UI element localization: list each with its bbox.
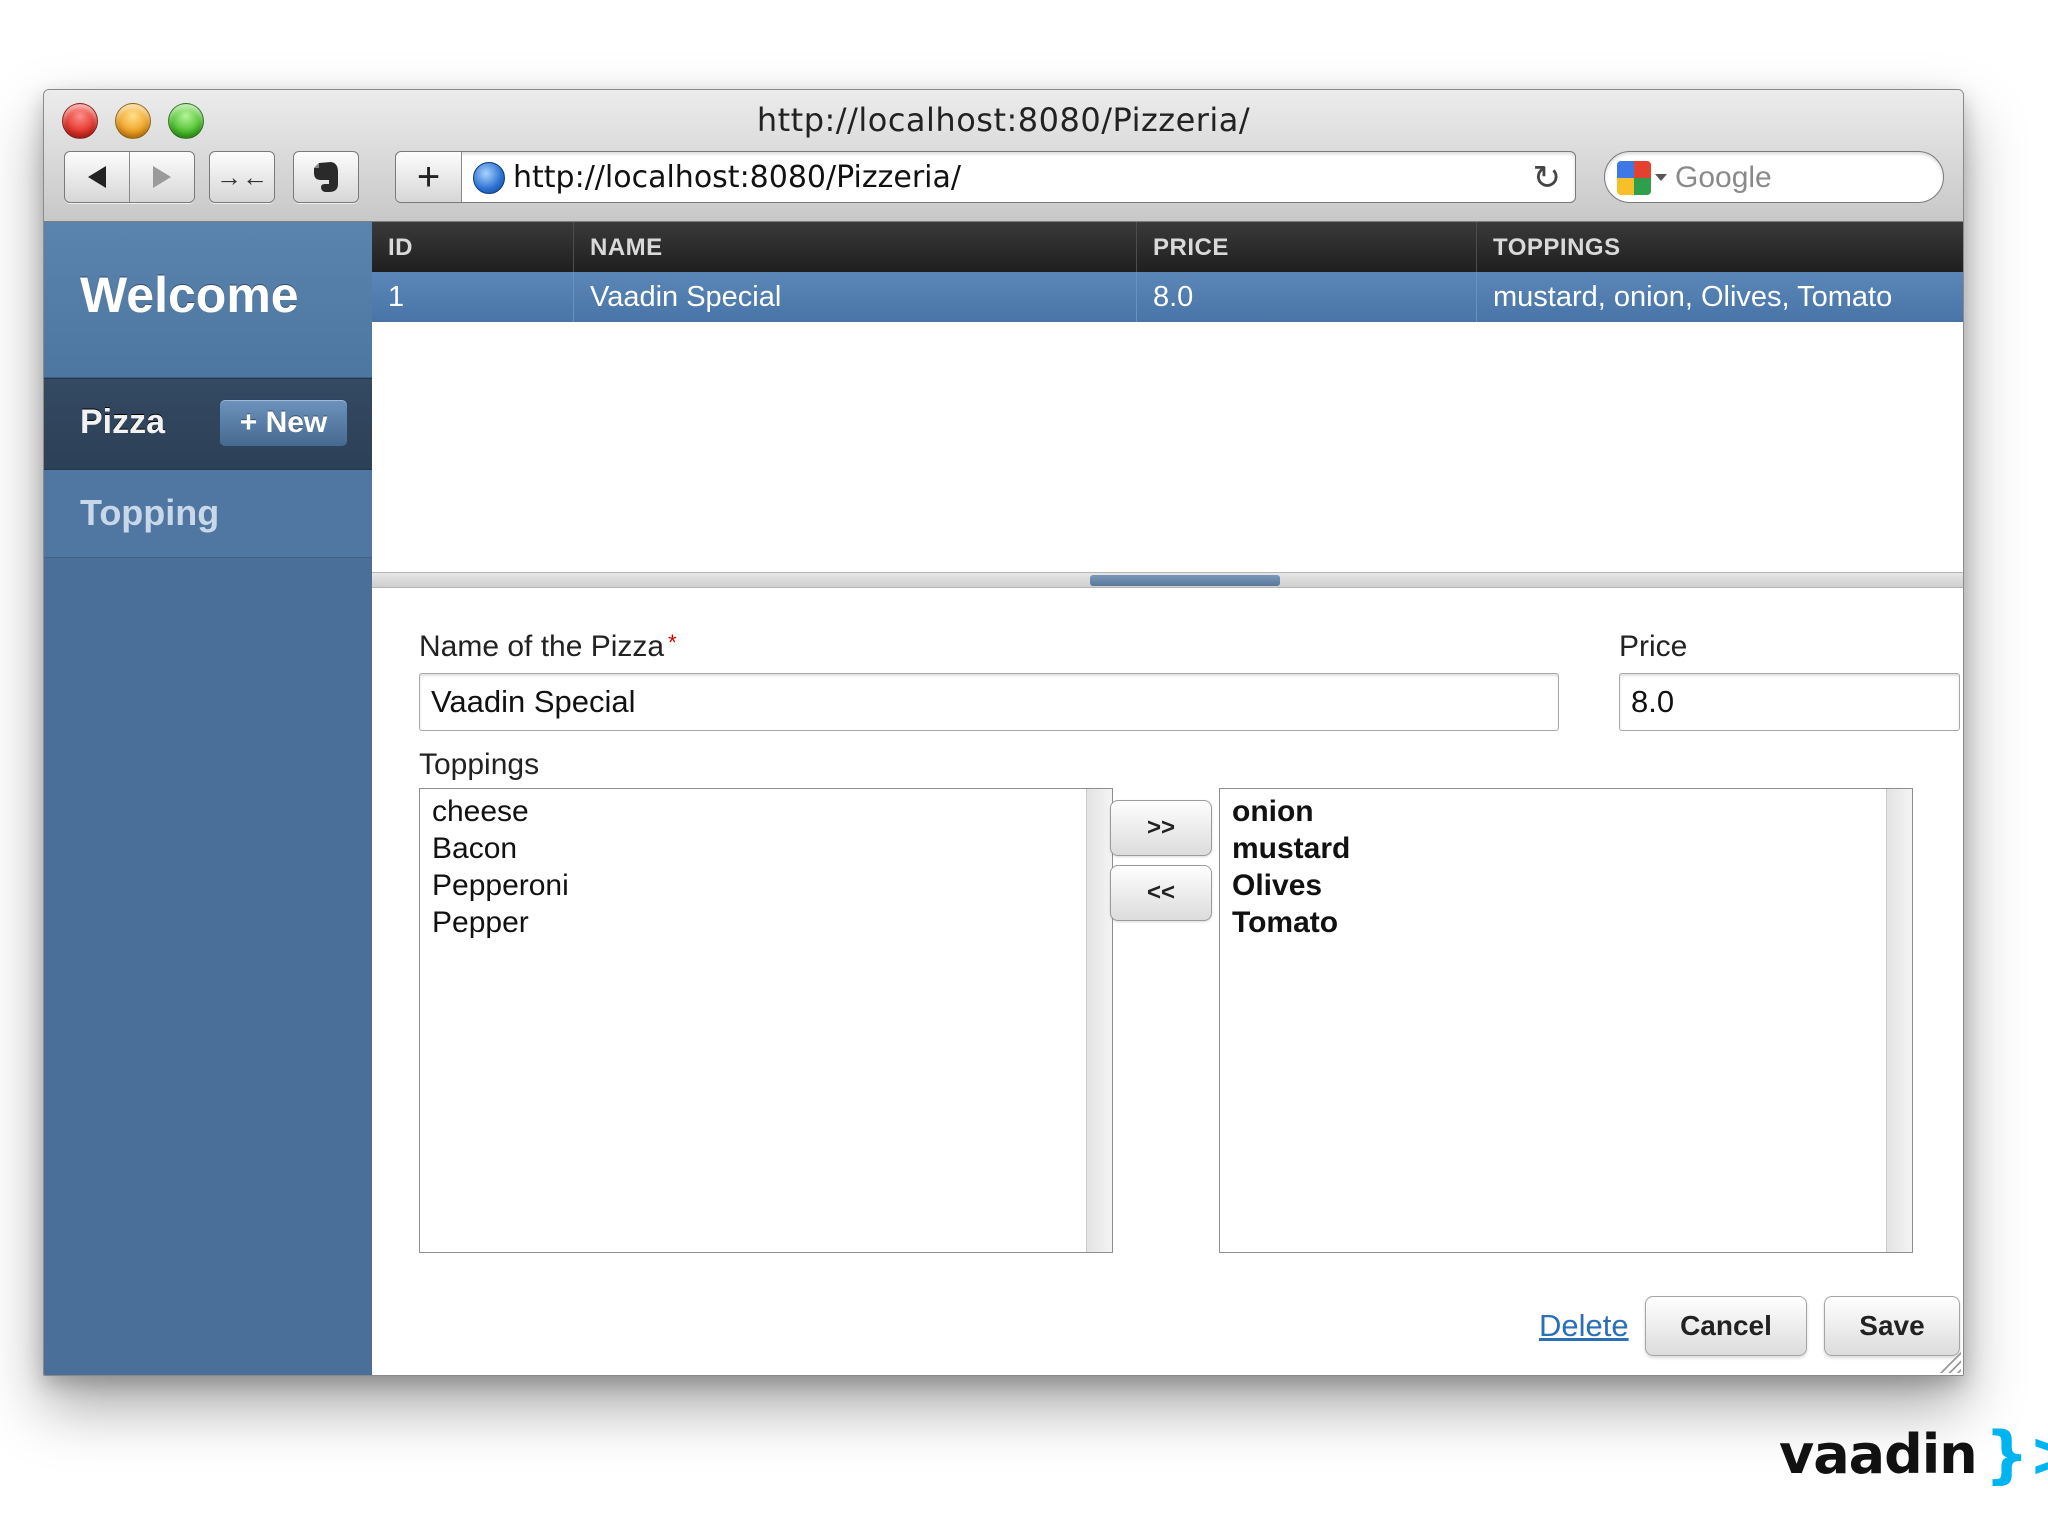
list-item[interactable]: Bacon [432,830,1112,867]
pizza-form: Name of the Pizza * Vaadin Special Price … [372,588,1963,1375]
browser-toolbar: http://localhost:8080/Pizzeria/ →← + htt… [44,90,1963,222]
evernote-button[interactable] [293,151,359,203]
price-input[interactable]: 8.0 [1619,673,1960,731]
column-header-price[interactable]: PRICE [1137,222,1477,272]
list-item[interactable]: Pepper [432,904,1112,941]
add-bookmark-button[interactable]: + [396,152,462,202]
table-row[interactable]: 1 Vaadin Special 8.0 mustard, onion, Oli… [372,272,1963,322]
main-content: ID NAME PRICE TOPPINGS 1 Vaadin Special … [372,222,1963,1375]
collapse-arrows-icon: →← [216,161,268,192]
chevron-down-icon[interactable] [1655,174,1667,181]
sidebar-item-label: Pizza [80,403,166,441]
list-item[interactable]: cheese [432,793,1112,830]
google-icon [1617,161,1651,195]
back-arrow-icon [87,166,106,188]
forward-button[interactable] [130,152,195,202]
selected-toppings-list[interactable]: onion mustard Olives Tomato [1219,788,1913,1253]
column-header-name[interactable]: NAME [574,222,1137,272]
sidebar-item-label: Topping [80,492,220,533]
list-item[interactable]: onion [1232,793,1912,830]
available-toppings-list[interactable]: cheese Bacon Pepperoni Pepper [419,788,1113,1253]
pizza-name-input[interactable]: Vaadin Special [419,673,1559,731]
list-item[interactable]: Olives [1232,867,1912,904]
sidebar-item-pizza[interactable]: Pizza + New [44,378,372,470]
cell-toppings: mustard, onion, Olives, Tomato [1493,281,1893,313]
cell-id: 1 [372,272,574,322]
search-input[interactable]: Google [1675,161,1772,195]
evernote-icon [314,162,338,192]
remove-topping-button[interactable]: << [1110,865,1212,921]
cell-name: Vaadin Special [574,272,1137,322]
window-title: http://localhost:8080/Pizzeria/ [756,101,1251,139]
table-header: ID NAME PRICE TOPPINGS [372,222,1963,272]
search-box[interactable]: Google [1604,151,1944,203]
logo-text: vaadin [1779,1423,1978,1486]
cancel-button[interactable]: Cancel [1645,1296,1807,1356]
list-item[interactable]: mustard [1232,830,1912,867]
globe-icon [473,162,505,194]
cell-price: 8.0 [1137,272,1477,322]
sidebar: Welcome Pizza + New Topping [44,222,372,1375]
name-label: Name of the Pizza * [419,630,677,663]
scrollbar[interactable] [1086,789,1112,1252]
split-panel-divider[interactable] [372,572,1963,588]
reload-icon[interactable]: ↻ [1533,158,1562,198]
toppings-label: Toppings [419,748,540,781]
collapse-toolbar-button[interactable]: →← [209,151,275,203]
delete-link[interactable]: Delete [1539,1308,1629,1344]
column-header-id[interactable]: ID [372,222,574,272]
column-header-toppings[interactable]: TOPPINGS [1477,222,1963,272]
add-topping-button[interactable]: >> [1110,800,1212,856]
save-button[interactable]: Save [1824,1296,1960,1356]
vaadin-logo: vaadin }> [1779,1418,2048,1491]
browser-window: http://localhost:8080/Pizzeria/ →← + htt… [43,89,1964,1376]
forward-arrow-icon [152,166,171,188]
address-bar: + http://localhost:8080/Pizzeria/ ↻ [395,151,1576,203]
scrollbar[interactable] [1886,789,1912,1252]
sidebar-item-topping[interactable]: Topping [44,470,372,558]
url-input[interactable]: http://localhost:8080/Pizzeria/ [513,160,961,195]
list-item[interactable]: Pepperoni [432,867,1112,904]
list-item[interactable]: Tomato [1232,904,1912,941]
required-indicator: * [668,630,677,655]
logo-mark: }> [1984,1418,2048,1491]
price-label: Price [1619,630,1688,663]
new-pizza-button[interactable]: + New [219,399,348,447]
pizza-table: ID NAME PRICE TOPPINGS 1 Vaadin Special … [372,222,1963,572]
nav-buttons [64,151,195,203]
back-button[interactable] [65,152,130,202]
welcome-title: Welcome [80,267,299,323]
split-handle[interactable] [1090,575,1280,586]
